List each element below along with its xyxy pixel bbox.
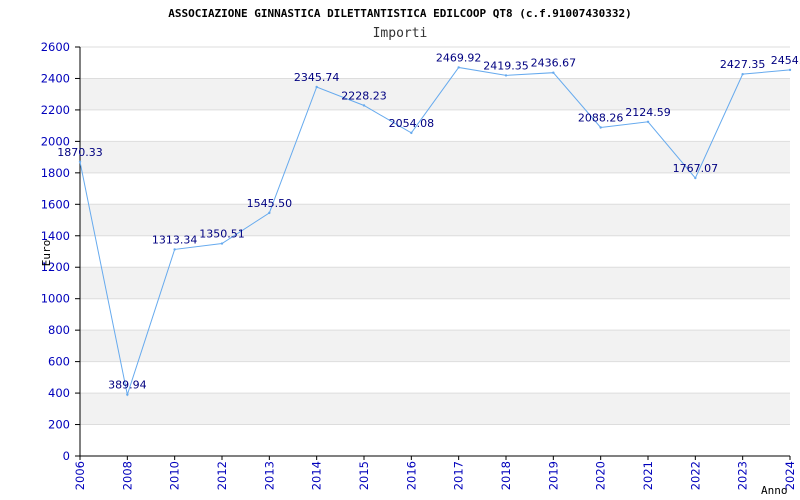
y-tick-label: 400: [48, 386, 70, 400]
y-tick-label: 2200: [41, 103, 70, 117]
data-point: [268, 211, 271, 215]
data-label: 2345.74: [294, 71, 340, 84]
y-tick-label: 600: [48, 355, 70, 369]
x-tick-label: 2016: [404, 461, 418, 490]
line-chart: ASSOCIAZIONE GINNASTICA DILETTANTISTICA …: [40, 7, 800, 497]
x-axis-ticks: 2006 2008 2010 2012 2013 2014 2015 2016 2017 2018…: [73, 456, 797, 490]
data-point: [694, 176, 697, 180]
data-label: 2124.59: [625, 106, 671, 119]
data-point: [126, 393, 129, 396]
data-label: 1870.33: [57, 146, 103, 159]
x-tick-label: 2022: [688, 461, 702, 490]
grid-band: [80, 267, 790, 299]
chart-subtitle: Importi: [373, 26, 428, 41]
x-tick-label: 2023: [736, 461, 750, 490]
data-point: [78, 160, 82, 163]
y-tick-label: 2600: [41, 40, 70, 54]
x-tick-label: 2010: [168, 461, 182, 490]
x-tick-label: 2014: [310, 461, 324, 490]
data-point: [552, 71, 555, 74]
data-point: [315, 85, 318, 89]
x-tick-label: 2018: [499, 461, 513, 490]
data-point: [646, 120, 650, 123]
y-tick-label: 0: [63, 449, 70, 463]
grid-band: [80, 204, 790, 236]
data-label: 2088.26: [578, 112, 624, 125]
y-tick-label: 1800: [41, 166, 70, 180]
data-label: 2454.3: [771, 54, 800, 67]
chart-title: ASSOCIAZIONE GINNASTICA DILETTANTISTICA …: [168, 7, 632, 20]
x-tick-label: 2015: [357, 461, 371, 490]
x-tick-label: 2012: [215, 461, 229, 490]
y-tick-label: 2400: [41, 71, 70, 85]
data-label: 389.94: [108, 379, 147, 392]
y-axis-label: Euro: [40, 240, 53, 267]
data-point: [220, 242, 224, 245]
data-label: 2436.67: [531, 57, 577, 70]
data-point: [741, 72, 744, 76]
x-tick-label: 2021: [641, 461, 655, 490]
y-tick-label: 200: [48, 418, 70, 432]
grid-band: [80, 330, 790, 362]
data-point: [457, 66, 460, 69]
data-point: [599, 126, 602, 129]
data-point: [410, 131, 413, 135]
data-point: [788, 68, 792, 72]
x-tick-label: 2013: [262, 461, 276, 490]
y-tick-label: 800: [48, 323, 70, 337]
y-tick-label: 1600: [41, 197, 70, 211]
data-label: 2427.35: [720, 58, 766, 71]
x-axis-label: Anno: [761, 484, 788, 497]
data-point: [173, 248, 176, 251]
x-tick-label: 2006: [73, 461, 87, 490]
data-point: [362, 104, 366, 107]
data-label: 1767.07: [673, 162, 719, 175]
x-tick-label: 2020: [594, 461, 608, 490]
plot-background-bands: [80, 78, 790, 425]
data-label: 2419.35: [483, 59, 529, 72]
grid-band: [80, 393, 790, 425]
grid-band: [80, 78, 790, 110]
data-point: [504, 74, 508, 77]
data-label: 1350.51: [199, 228, 245, 241]
x-tick-label: 2019: [546, 461, 560, 490]
x-tick-label: 2008: [120, 461, 134, 490]
data-label: 1545.50: [247, 197, 293, 210]
data-label: 2469.92: [436, 51, 482, 64]
x-tick-label: 2017: [452, 461, 466, 490]
data-label: 2228.23: [341, 89, 387, 102]
data-label: 1313.34: [152, 233, 198, 246]
data-label: 2054.08: [389, 117, 435, 130]
y-tick-label: 1000: [41, 292, 70, 306]
